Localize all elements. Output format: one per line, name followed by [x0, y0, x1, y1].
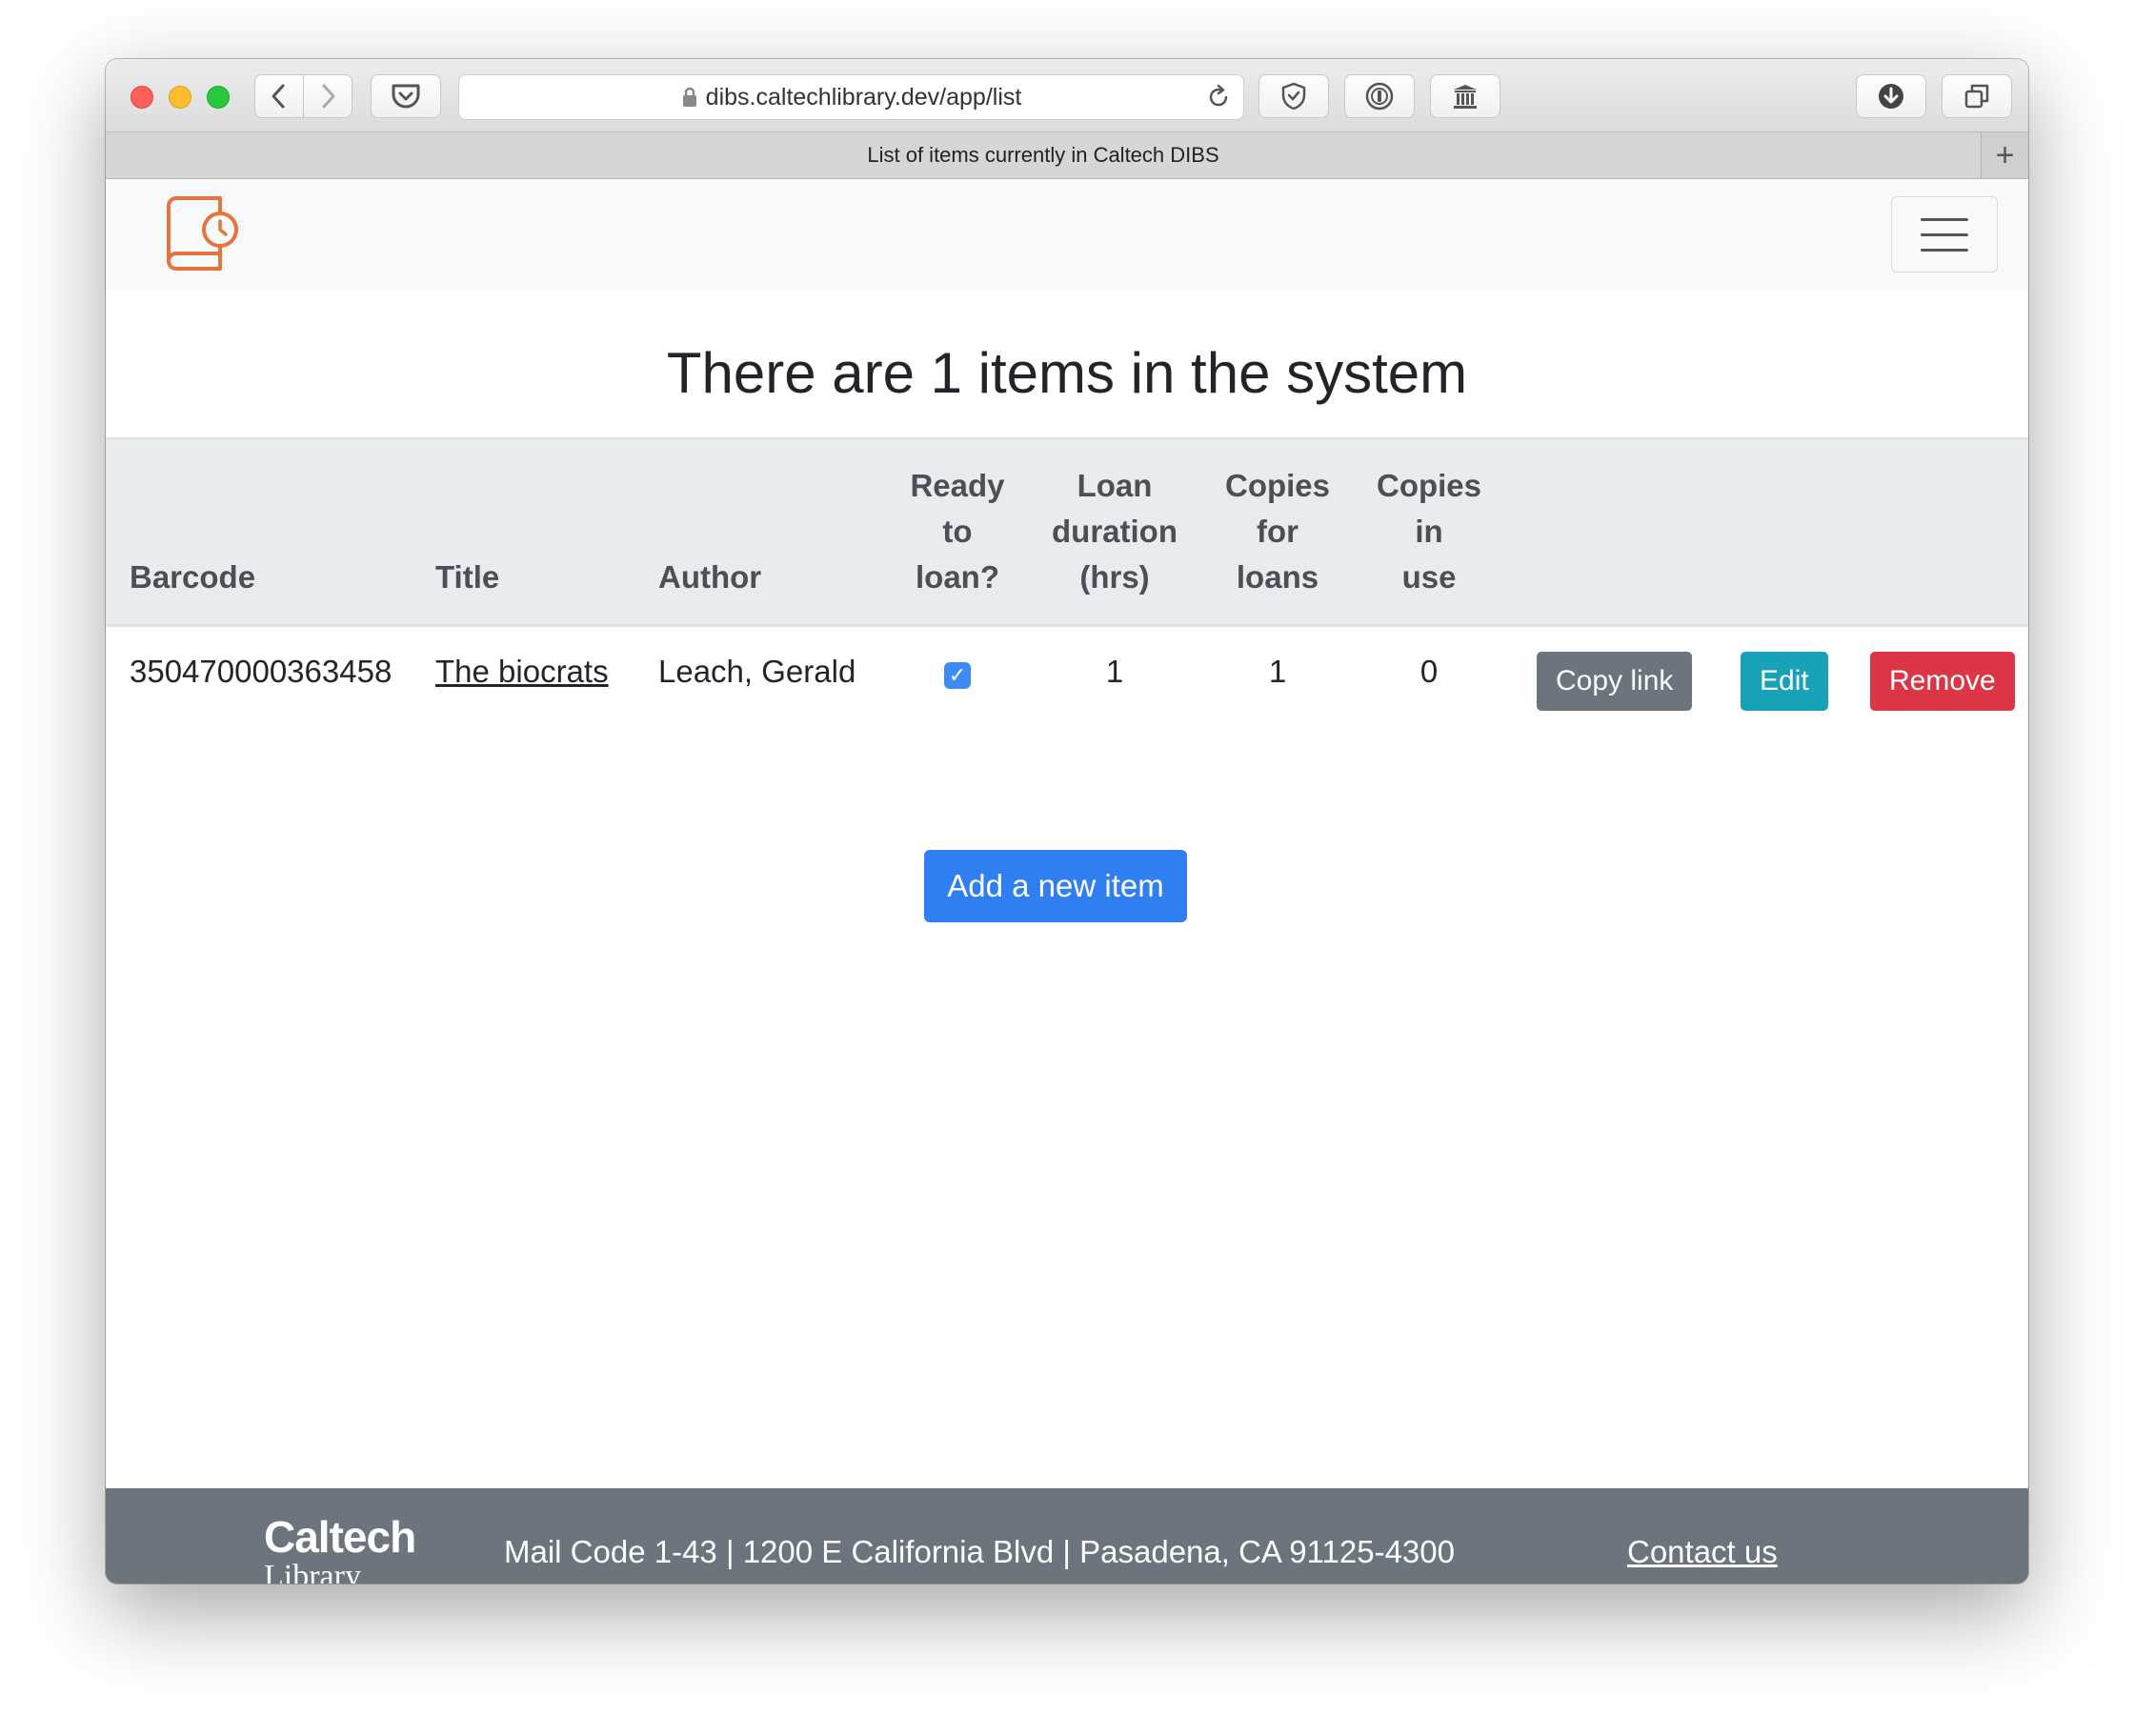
cell-title: The biocrats — [435, 625, 658, 739]
contact-us-link[interactable]: Contact us — [1627, 1534, 1778, 1570]
chevron-right-icon — [322, 84, 335, 109]
chevron-left-icon — [272, 84, 285, 109]
header-loan-line2: duration — [1052, 513, 1178, 549]
header-copies-for-loans: Copies for loans — [1199, 438, 1356, 625]
reload-icon[interactable] — [1205, 84, 1232, 111]
navbar — [106, 180, 2028, 290]
header-inuse-line1: Copies — [1376, 467, 1482, 503]
ready-checkbox[interactable]: ✓ — [944, 661, 971, 689]
password-manager-icon — [1365, 82, 1394, 111]
items-table: Barcode Title Author Ready to loan? Loan… — [106, 437, 2028, 739]
logo-caltech-text: Caltech — [264, 1512, 416, 1562]
hamburger-menu-icon — [1921, 217, 1968, 221]
header-copies-line2: for — [1257, 513, 1299, 549]
header-ready-line3: loan? — [916, 558, 999, 595]
browser-toolbar: dibs.caltechlibrary.dev/app/list — [106, 59, 2028, 131]
new-tab-button[interactable]: + — [1981, 132, 2028, 178]
copy-link-button[interactable]: Copy link — [1537, 651, 1693, 711]
plus-icon: + — [1995, 136, 2015, 173]
zoom-window-button[interactable] — [207, 86, 230, 109]
header-inuse-line2: in — [1415, 513, 1443, 549]
url-text: dibs.caltechlibrary.dev/app/list — [705, 83, 1022, 111]
item-title-link[interactable]: The biocrats — [435, 654, 609, 689]
tab-bar: List of items currently in Caltech DIBS … — [106, 131, 2028, 179]
header-loan-duration: Loan duration (hrs) — [1030, 438, 1199, 625]
logo-library-text: Library — [264, 1559, 361, 1585]
header-title: Title — [435, 558, 500, 595]
header-copies-in-use: Copies in use — [1356, 438, 1502, 625]
edit-button[interactable]: Edit — [1741, 651, 1828, 711]
cell-actions: Copy link Edit Remove — [1502, 625, 2028, 739]
hamburger-menu-icon-line — [1921, 232, 1968, 236]
tabs-overview-icon — [1964, 84, 1989, 109]
header-ready-line2: to — [942, 513, 973, 549]
remove-button[interactable]: Remove — [1870, 651, 2015, 711]
header-inuse-line3: use — [1401, 558, 1457, 595]
header-ready-to-loan: Ready to loan? — [885, 438, 1030, 625]
header-loan-line3: (hrs) — [1079, 558, 1150, 595]
archive-icon — [1454, 85, 1477, 109]
add-new-item-button[interactable]: Add a new item — [924, 850, 1187, 922]
cell-copies-for-loans: 1 — [1268, 653, 1287, 689]
forward-button[interactable] — [303, 74, 352, 118]
cell-barcode: 350470000363458 — [130, 653, 393, 689]
tab-title-text: List of items currently in Caltech DIBS — [867, 143, 1219, 167]
password-manager-button[interactable] — [1344, 74, 1415, 118]
pocket-icon — [392, 84, 420, 109]
caltech-library-logo[interactable]: Caltech Library — [264, 1512, 416, 1585]
download-button[interactable] — [1856, 74, 1926, 118]
header-ready-line1: Ready — [910, 467, 1005, 503]
cell-loan-duration: 1 — [1105, 653, 1124, 689]
footer: Caltech Library Mail Code 1-43 | 1200 E … — [106, 1488, 2028, 1584]
cell-author: Leach, Gerald — [658, 653, 856, 689]
hamburger-menu-icon-line — [1921, 248, 1968, 252]
shield-button[interactable] — [1258, 74, 1329, 118]
header-copies-line3: loans — [1236, 558, 1319, 595]
header-loan-line1: Loan — [1077, 467, 1153, 503]
header-actions — [1502, 438, 2028, 625]
address-bar[interactable]: dibs.caltechlibrary.dev/app/list — [458, 74, 1244, 120]
footer-address: Mail Code 1-43 | 1200 E California Blvd … — [504, 1534, 1455, 1569]
archive-button[interactable] — [1430, 74, 1500, 118]
lock-icon — [682, 87, 696, 107]
footer-bar: Caltech Library Mail Code 1-43 | 1200 E … — [106, 1488, 2028, 1584]
tab-active[interactable]: List of items currently in Caltech DIBS — [106, 132, 1981, 178]
navbar-toggle-button[interactable] — [1891, 196, 1998, 273]
cell-ready: ✓ — [885, 625, 1030, 739]
back-button[interactable] — [254, 74, 304, 118]
shield-icon — [1281, 82, 1306, 111]
table-row: 350470000363458 The biocrats Leach, Gera… — [106, 625, 2028, 739]
dibs-logo-icon[interactable] — [165, 196, 241, 281]
page-title: There are 1 items in the system — [666, 341, 1468, 405]
browser-window: dibs.caltechlibrary.dev/app/list List of… — [106, 59, 2028, 1584]
download-icon — [1879, 84, 1903, 109]
page-content: There are 1 items in the system Barcode … — [106, 180, 2028, 1584]
header-copies-line1: Copies — [1224, 467, 1331, 503]
header-barcode: Barcode — [130, 558, 256, 595]
table-header-row: Barcode Title Author Ready to loan? Loan… — [106, 438, 2028, 625]
close-window-button[interactable] — [131, 86, 153, 109]
cell-copies-in-use: 0 — [1419, 653, 1439, 689]
minimize-window-button[interactable] — [169, 86, 191, 109]
header-author: Author — [658, 558, 762, 595]
tabs-overview-button[interactable] — [1942, 74, 2012, 118]
pocket-button[interactable] — [371, 74, 441, 118]
